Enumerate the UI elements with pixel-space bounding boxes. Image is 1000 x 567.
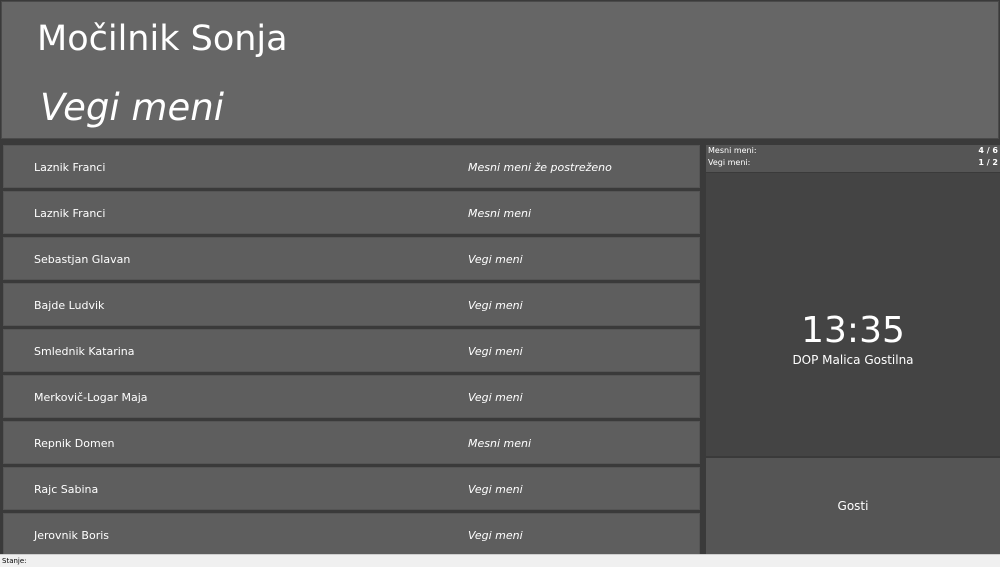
clock-panel: 13:35 DOP Malica Gostilna: [706, 173, 1000, 456]
order-meal: Vegi meni: [468, 483, 523, 496]
order-row[interactable]: Jerovnik Boris Vegi meni: [3, 513, 700, 554]
order-meal: Vegi meni: [468, 299, 523, 312]
status-label: Stanje:: [2, 557, 27, 565]
veg-count-row: Vegi meni: 1 / 2: [706, 157, 1000, 169]
veg-count-value: 1 / 2: [978, 158, 998, 167]
order-customer-name: Rajc Sabina: [34, 483, 99, 496]
location-label: DOP Malica Gostilna: [792, 353, 914, 367]
order-customer-name: Sebastjan Glavan: [34, 253, 131, 266]
orders-list[interactable]: Laznik Franci Mesni meni že postreženo L…: [3, 145, 700, 554]
order-meal: Vegi meni: [468, 253, 523, 266]
header-panel: Močilnik Sonja Vegi meni: [1, 1, 999, 139]
order-customer-name: Laznik Franci: [34, 161, 106, 174]
order-customer-name: Bajde Ludvik: [34, 299, 105, 312]
order-meal: Vegi meni: [468, 391, 523, 404]
customer-name: Močilnik Sonja: [37, 19, 288, 59]
order-row[interactable]: Rajc Sabina Vegi meni: [3, 467, 700, 510]
order-row[interactable]: Laznik Franci Mesni meni že postreženo: [3, 145, 700, 188]
meat-count-label: Mesni meni:: [708, 146, 757, 155]
order-meal: Mesni meni: [468, 437, 532, 450]
order-meal: Vegi meni: [468, 345, 523, 358]
order-customer-name: Laznik Franci: [34, 207, 106, 220]
order-customer-name: Merkovič-Logar Maja: [34, 391, 148, 404]
customer-menu: Vegi meni: [40, 86, 224, 129]
order-meal: Mesni meni: [468, 207, 532, 220]
order-row[interactable]: Smlednik Katarina Vegi meni: [3, 329, 700, 372]
order-row[interactable]: Laznik Franci Mesni meni: [3, 191, 700, 234]
order-customer-name: Smlednik Katarina: [34, 345, 135, 358]
order-meal: Vegi meni: [468, 529, 523, 542]
meal-counts-panel: Mesni meni: 4 / 6 Vegi meni: 1 / 2: [706, 145, 1000, 172]
clock-time: 13:35: [801, 310, 905, 351]
meat-count-row: Mesni meni: 4 / 6: [706, 145, 1000, 157]
app-window: Močilnik Sonja Vegi meni Laznik Franci M…: [0, 0, 1000, 567]
order-row[interactable]: Bajde Ludvik Vegi meni: [3, 283, 700, 326]
order-row[interactable]: Merkovič-Logar Maja Vegi meni: [3, 375, 700, 418]
guests-button[interactable]: Gosti: [706, 458, 1000, 554]
status-bar: Stanje:: [0, 554, 1000, 567]
order-row[interactable]: Repnik Domen Mesni meni: [3, 421, 700, 464]
order-row[interactable]: Sebastjan Glavan Vegi meni: [3, 237, 700, 280]
order-customer-name: Repnik Domen: [34, 437, 115, 450]
veg-count-label: Vegi meni:: [708, 158, 751, 167]
order-customer-name: Jerovnik Boris: [34, 529, 110, 542]
meat-count-value: 4 / 6: [978, 146, 998, 155]
order-meal: Mesni meni že postreženo: [468, 161, 612, 174]
